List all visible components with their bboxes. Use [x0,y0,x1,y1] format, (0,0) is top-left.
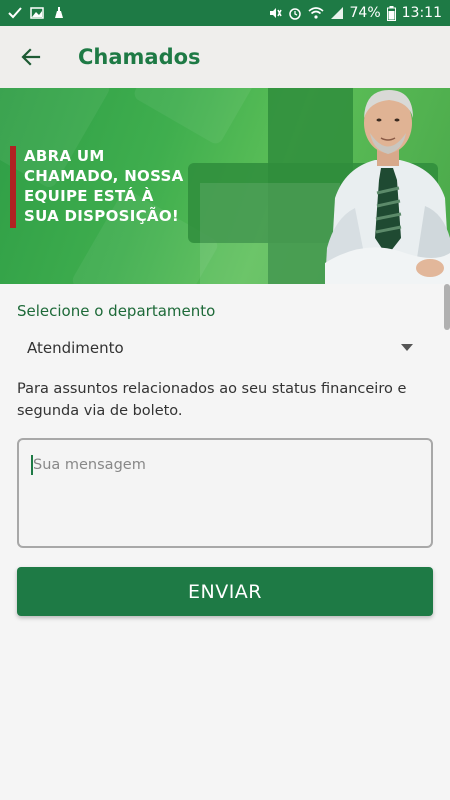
app-bar: Chamados [0,26,450,88]
signal-icon [330,7,343,19]
department-select[interactable]: Atendimento [17,330,427,366]
status-bar: 74% 13:11 [0,0,450,26]
cross-glass-reflection [200,183,340,284]
check-icon [8,7,22,19]
banner-decoration [131,88,269,147]
clock: 13:11 [401,5,442,21]
banner-line: SUA DISPOSIÇÃO! [24,207,180,225]
battery-icon [386,5,396,21]
promo-banner: ABRA UM CHAMADO, NOSSA EQUIPE ESTÁ À SUA… [0,88,450,284]
businessman-image [325,90,450,284]
wifi-icon [307,7,324,19]
banner-line: CHAMADO, NOSSA [24,167,184,185]
banner-line: ABRA UM [24,147,105,165]
back-button[interactable] [0,26,62,88]
mute-icon [269,8,282,18]
department-label: Selecione o departamento [17,302,216,320]
banner-text: ABRA UM CHAMADO, NOSSA EQUIPE ESTÁ À SUA… [24,146,184,228]
message-placeholder: Sua mensagem [33,457,146,473]
banner-line: EQUIPE ESTÁ À [24,187,154,205]
status-left [8,6,66,20]
alarm-icon [288,8,301,20]
department-value: Atendimento [27,339,124,357]
arrow-back-icon [21,48,41,66]
chevron-down-icon [401,344,413,351]
message-input[interactable]: Sua mensagem [17,438,433,548]
scrollbar[interactable] [444,284,450,330]
image-icon [30,7,44,19]
send-button[interactable]: ENVIAR [17,567,433,616]
banner-accent-bar [10,146,16,228]
cleaning-icon [55,7,63,18]
department-info: Para assuntos relacionados ao seu status… [17,381,407,419]
page-title: Chamados [78,45,201,69]
banner-message: ABRA UM CHAMADO, NOSSA EQUIPE ESTÁ À SUA… [10,146,184,228]
text-cursor [31,455,33,475]
battery-percent: 74% [349,5,381,21]
status-right: 74% 13:11 [268,5,442,21]
